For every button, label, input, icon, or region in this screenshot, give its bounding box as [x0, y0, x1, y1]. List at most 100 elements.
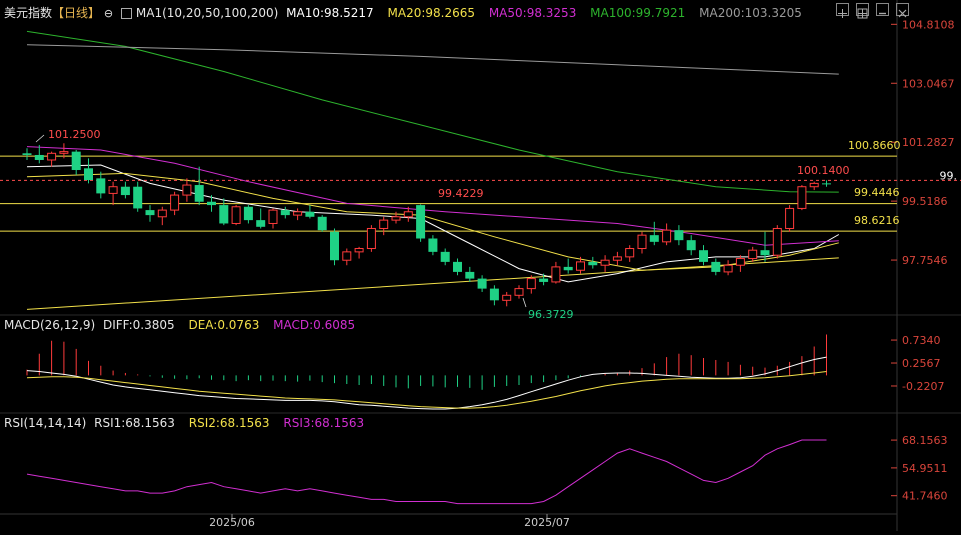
candle [71, 149, 81, 176]
candle-body-up [59, 151, 69, 154]
low-annotation: 96.3729 [528, 308, 574, 321]
candle-body-down [96, 178, 106, 194]
candle-body-up [47, 152, 57, 161]
ma50-value: MA50:98.3253 [488, 6, 577, 20]
candle [735, 255, 745, 272]
candle [662, 223, 672, 246]
macd-diff: DIFF:0.3805 [102, 318, 175, 332]
level-label-middle: 99.4446 [854, 186, 900, 199]
settings-circle-icon[interactable]: ⊖ [104, 7, 113, 20]
candle [723, 260, 733, 276]
candle-body-down [219, 205, 229, 224]
candle-body-up [342, 251, 352, 261]
period-label[interactable]: 【日线】 [52, 6, 100, 20]
candle [145, 205, 155, 222]
candle [268, 208, 278, 229]
candle-body-up [625, 248, 635, 258]
candle [182, 178, 192, 202]
candle-body-up [379, 219, 389, 229]
candle [133, 181, 143, 212]
candle-body-up [576, 261, 585, 271]
candle-body-down [711, 261, 721, 272]
candle [22, 148, 32, 160]
level-label-lower: 98.6216 [854, 214, 900, 227]
candle [293, 208, 303, 221]
grid-icon [857, 8, 868, 19]
candle-body-up [785, 207, 795, 229]
candle [489, 285, 499, 306]
candle-body-up [231, 206, 241, 224]
ma10-value: MA10:98.5217 [286, 6, 374, 20]
candle-body-up [502, 294, 512, 301]
candle-body-up [182, 184, 192, 196]
candle [477, 275, 487, 292]
candle-body-down [760, 250, 770, 256]
candle-body-up [268, 209, 278, 224]
visibility-checkbox[interactable] [120, 8, 132, 19]
price-tick-label: 97.7546 [902, 254, 948, 267]
candle [797, 185, 807, 211]
price-tick-label: 101.2827 [902, 136, 955, 149]
candle [305, 205, 315, 219]
ma-params: MA1(10,20,50,100,200) [135, 6, 279, 20]
candle [194, 166, 204, 206]
candle [637, 231, 647, 254]
candle [822, 180, 831, 187]
candle [243, 205, 253, 224]
candle-body-down [686, 240, 696, 251]
candle [108, 181, 118, 206]
candle-body-up [797, 186, 807, 209]
candle [280, 206, 290, 219]
candle-body-down [280, 210, 290, 216]
macd-diff-line [26, 356, 827, 410]
candle-body-down [539, 278, 549, 282]
candle-body-up [735, 258, 745, 266]
candle-body-up [723, 264, 733, 273]
grid-button[interactable] [856, 3, 869, 19]
price-tick-label: 104.8108 [902, 18, 955, 31]
crosshair-button[interactable] [836, 3, 849, 18]
candle-body-up [551, 266, 561, 283]
candle-body-down [133, 186, 143, 209]
candle [317, 215, 327, 232]
candle [785, 205, 795, 232]
rsi-tick-label: 54.9511 [902, 462, 948, 475]
close-button[interactable] [896, 3, 909, 18]
candle-body-up [403, 211, 413, 218]
macd-tick-label: -0.2207 [902, 380, 944, 393]
rsi2-value: RSI2:68.1563 [188, 416, 270, 430]
rsi-header: RSI(14,14,14) RSI1:68.1563 RSI2:68.1563 … [4, 416, 364, 430]
candle [219, 198, 229, 226]
candle-body-up [157, 209, 167, 218]
candle [612, 251, 622, 266]
candle-body-down [699, 250, 708, 262]
rsi1-value: RSI1:68.1563 [94, 416, 175, 430]
candle-body-up [662, 229, 672, 243]
candle [366, 225, 376, 252]
candle-body-up [637, 234, 647, 250]
candle-body-down [563, 266, 573, 271]
ma-line-ma100 [26, 30, 839, 193]
candle [514, 285, 524, 299]
candle [502, 291, 512, 307]
main-header: 美元指数【日线】 ⊖ MA1(10,20,50,100,200) MA10:98… [4, 4, 802, 21]
close-icon [898, 9, 907, 18]
candle-body-up [809, 182, 819, 188]
ma200-value: MA200:103.3205 [699, 6, 802, 20]
rsi-tick-label: 41.7460 [902, 490, 948, 503]
ma-line-ma50 [26, 146, 839, 246]
candle-body-down [477, 278, 487, 289]
candle-body-up [354, 248, 364, 253]
candle [256, 208, 266, 229]
candle-body-down [588, 261, 598, 266]
ma20-value: MA20:98.2665 [387, 6, 476, 20]
macd-header: MACD(26,12,9) DIFF:0.3805 DEA:0.0763 MAC… [4, 318, 355, 332]
minimize-button[interactable] [876, 3, 889, 16]
ma100-value: MA100:99.7921 [590, 6, 686, 20]
candle-body-down [317, 216, 327, 231]
macd-title: MACD(26,12,9) [4, 318, 96, 332]
candle-body-down [489, 288, 499, 301]
candle-body-up [108, 186, 118, 194]
latest-high-annotation: 100.1400 [797, 164, 850, 177]
candle-body-up [612, 256, 622, 261]
